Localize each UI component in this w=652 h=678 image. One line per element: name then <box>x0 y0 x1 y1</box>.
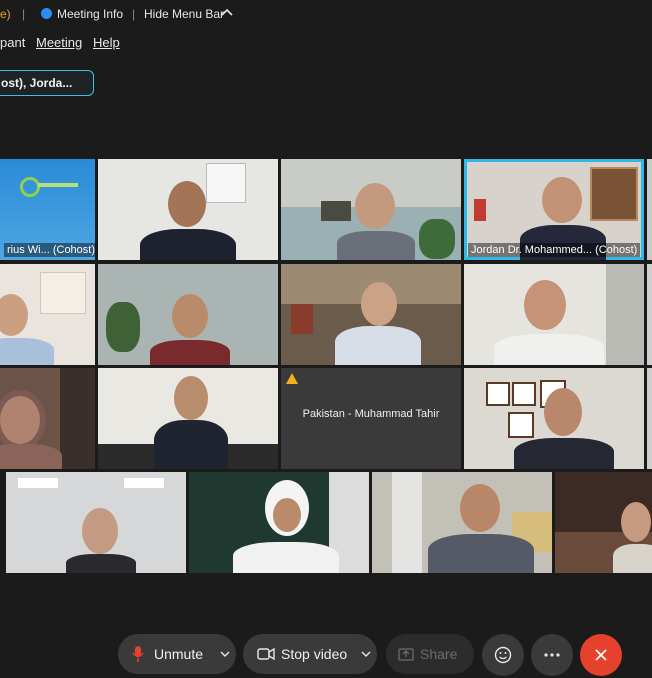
video-tile-r3c1[interactable] <box>0 368 95 469</box>
participant-head <box>273 498 301 532</box>
participant-head <box>168 181 206 227</box>
video-tile-r1c4[interactable]: Jordan Dr. Mohammed... (Cohost) <box>464 159 644 260</box>
more-options-button[interactable] <box>531 634 573 676</box>
ellipsis-icon <box>544 653 560 657</box>
menu-item-participant[interactable]: pant <box>0 35 25 50</box>
stop-video-label: Stop video <box>281 646 348 662</box>
menu-item-help[interactable]: Help <box>93 35 120 50</box>
top-bar: e) | Meeting Info | Hide Menu Bar <box>0 0 652 28</box>
participant-body <box>428 534 534 573</box>
plant <box>419 219 455 259</box>
share-label: Share <box>420 646 458 662</box>
video-tile-r2c5[interactable] <box>647 264 652 365</box>
logo-icon <box>20 177 40 197</box>
meeting-info-icon <box>41 8 52 19</box>
wall-poster <box>40 272 86 314</box>
participant-head <box>0 390 46 450</box>
stop-video-button[interactable]: Stop video <box>243 634 377 674</box>
participant-head <box>355 183 395 229</box>
participant-body <box>337 231 415 260</box>
meeting-controls: Unmute Stop video Share <box>0 634 652 676</box>
participant-head <box>524 280 566 330</box>
participant-body <box>0 444 62 469</box>
video-tile-r4c1[interactable] <box>6 472 186 573</box>
video-tile-r2c3[interactable] <box>281 264 461 365</box>
participant-head <box>174 376 208 420</box>
reactions-button[interactable] <box>482 634 524 676</box>
video-tile-r2c1[interactable] <box>0 264 95 365</box>
participant-body <box>140 229 236 260</box>
video-camera-icon <box>257 648 275 660</box>
participant-body <box>335 326 421 365</box>
menu-bar: pant Meeting Help <box>0 30 652 54</box>
video-tile-r2c2[interactable] <box>98 264 278 365</box>
wall-background <box>60 368 95 469</box>
separator: | <box>132 7 136 21</box>
title-fragment: e) <box>0 7 11 21</box>
meeting-info-button[interactable]: Meeting Info <box>57 7 123 21</box>
emoji-icon <box>494 646 512 664</box>
participant-body <box>514 438 614 469</box>
participant-body <box>494 334 604 365</box>
leave-meeting-button[interactable] <box>580 634 622 676</box>
video-tile-r1c1[interactable]: rius Wi... (Cohost) <box>0 159 95 260</box>
logo-wordmark <box>38 183 78 187</box>
close-icon <box>595 649 607 661</box>
hide-menu-bar-button[interactable]: Hide Menu Bar <box>144 7 224 21</box>
participant-head <box>542 177 582 223</box>
participant-name: Pakistan - Muhammad Tahir <box>302 408 440 420</box>
participant-body <box>150 340 230 365</box>
ceiling-light <box>18 478 58 488</box>
participant-head <box>621 502 651 542</box>
muted-microphone-icon <box>132 646 144 662</box>
participant-head <box>172 294 208 338</box>
chevron-down-icon[interactable] <box>220 651 230 658</box>
chevron-up-icon[interactable] <box>221 6 233 20</box>
participant-body <box>154 420 228 469</box>
video-tile-r1c2[interactable] <box>98 159 278 260</box>
flag <box>474 199 486 221</box>
video-tile-r4c2[interactable] <box>189 472 369 573</box>
wall-certificate <box>512 382 536 406</box>
participant-head <box>82 508 118 554</box>
separator: | <box>22 7 26 21</box>
video-tile-r3c4[interactable] <box>464 368 644 469</box>
object <box>291 304 313 334</box>
wall-poster <box>206 163 246 203</box>
participant-body <box>0 338 54 365</box>
participant-body <box>66 554 136 573</box>
share-button[interactable]: Share <box>386 634 474 674</box>
video-tile-r1c5[interactable] <box>647 159 652 260</box>
video-tile-r3c5[interactable] <box>647 368 652 469</box>
wall-frame <box>590 167 638 221</box>
participant-body <box>233 542 339 573</box>
unmute-button[interactable]: Unmute <box>118 634 236 674</box>
unmute-label: Unmute <box>154 646 204 662</box>
video-tile-r4c4[interactable] <box>555 472 652 573</box>
video-tile-r2c4[interactable] <box>464 264 644 365</box>
participant-head <box>460 484 500 532</box>
wall-certificate <box>508 412 534 438</box>
menu-item-meeting[interactable]: Meeting <box>36 35 82 50</box>
ceiling-light <box>124 478 164 488</box>
video-tile-r4c3[interactable] <box>372 472 552 573</box>
plant <box>106 302 140 352</box>
window-background <box>392 472 422 573</box>
share-icon <box>398 648 414 661</box>
chevron-down-icon[interactable] <box>361 651 371 658</box>
window-background <box>606 264 644 365</box>
participant-head <box>361 282 397 326</box>
active-speaker-pill[interactable]: ost), Jorda... <box>0 70 94 96</box>
video-tile-r3c2[interactable] <box>98 368 278 469</box>
participant-name: Jordan Dr. Mohammed... (Cohost) <box>468 243 641 257</box>
wall-frame <box>321 201 351 221</box>
video-tile-r1c3[interactable] <box>281 159 461 260</box>
participant-name: rius Wi... (Cohost) <box>4 243 95 257</box>
participant-head <box>544 388 582 436</box>
participant-body <box>613 544 652 573</box>
participant-head <box>0 294 28 336</box>
video-tile-r3c3[interactable]: Pakistan - Muhammad Tahir <box>281 368 461 469</box>
warning-icon <box>286 373 298 384</box>
wall-certificate <box>486 382 510 406</box>
